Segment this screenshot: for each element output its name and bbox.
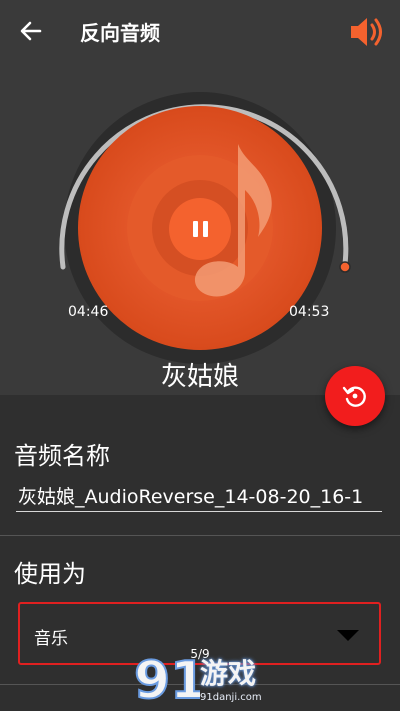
current-time: 04:46 [68,304,109,320]
watermark-url: 91danji.com [200,692,262,703]
reverse-icon [342,386,366,407]
watermark-text: 游戏 [200,657,257,690]
total-time: 04:53 [289,304,330,320]
page-title: 反向音频 [80,21,160,45]
pause-button[interactable] [169,198,231,260]
use-as-label: 使用为 [14,560,86,588]
app-header: 反向音频 [0,0,400,62]
audio-name-input[interactable] [16,480,382,512]
chevron-down-icon [337,630,359,641]
speaker-icon[interactable] [346,12,386,52]
use-as-value: 音乐 [34,629,68,649]
progress-knob[interactable] [339,261,351,273]
player-panel: 反向音频 04:46 04:53 灰姑娘 [0,0,400,395]
watermark-logo-text: 91 [134,651,200,711]
audio-name-label: 音频名称 [14,442,110,470]
arrow-left-icon[interactable] [14,14,48,48]
section-divider [0,535,400,536]
watermark: 91 游戏 91danji.com [130,640,280,711]
disc-area: 04:46 04:53 灰姑娘 [0,62,400,395]
pause-icon [192,221,208,237]
watermark-logo: 91 [133,650,200,711]
reverse-button[interactable] [325,366,385,426]
